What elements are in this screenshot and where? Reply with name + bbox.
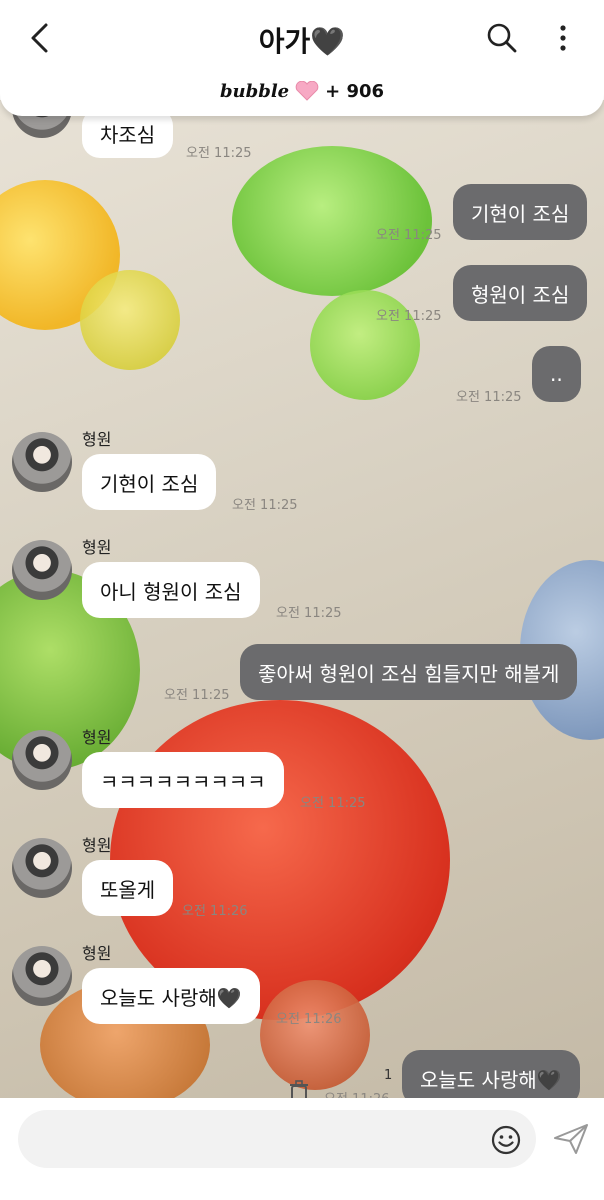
- message-incoming[interactable]: 아니 형원이 조심: [82, 562, 260, 618]
- message-time: 오전 11:25: [232, 498, 298, 513]
- message-incoming[interactable]: 또올게: [82, 860, 174, 916]
- bubble-brand: bubble: [219, 80, 290, 102]
- background-turtle: [232, 146, 432, 296]
- message-outgoing[interactable]: 형원이 조심: [453, 265, 588, 321]
- message-composer: [0, 1098, 604, 1200]
- message-time: 오전 11:26: [182, 904, 248, 919]
- bubble-count: + 906: [325, 80, 385, 102]
- message-outgoing[interactable]: 오늘도 사랑해🖤: [402, 1050, 580, 1098]
- avatar[interactable]: [12, 540, 72, 600]
- message-outgoing[interactable]: ..: [532, 346, 581, 402]
- avatar[interactable]: [12, 730, 72, 790]
- sender-name: 형원: [82, 728, 112, 747]
- sender-name: 형원: [82, 430, 112, 449]
- avatar[interactable]: [12, 838, 72, 898]
- heart-icon: [295, 81, 319, 101]
- message-time: 오전 11:25: [164, 688, 230, 703]
- chat-area[interactable]: 차조심 오전 11:25 기현이 조심 오전 11:25 형원이 조심 오전 1…: [0, 100, 604, 1098]
- emoji-icon[interactable]: [490, 1124, 522, 1156]
- message-outgoing[interactable]: 좋아써 형원이 조심 힘들지만 해볼게: [240, 644, 578, 700]
- sender-name: 형원: [82, 944, 112, 963]
- message-input[interactable]: [18, 1110, 536, 1168]
- message-time: 오전 11:25: [186, 146, 252, 161]
- message-time: 오전 11:25: [276, 606, 342, 621]
- message-incoming[interactable]: 기현이 조심: [82, 454, 217, 510]
- chat-header: 아가🖤: [0, 0, 604, 76]
- message-time: 오전 11:25: [300, 796, 366, 811]
- message-time: 오전 11:26: [276, 1012, 342, 1027]
- avatar[interactable]: [12, 946, 72, 1006]
- more-options-icon[interactable]: [550, 20, 576, 56]
- background-turtle: [260, 980, 370, 1090]
- sender-name: 형원: [82, 836, 112, 855]
- message-incoming[interactable]: ㅋㅋㅋㅋㅋㅋㅋㅋㅋ: [82, 752, 284, 808]
- background-turtle: [80, 270, 180, 370]
- trash-icon[interactable]: [288, 1080, 310, 1098]
- message-time: 오전 11:25: [456, 390, 522, 405]
- unread-count: 1: [384, 1068, 393, 1083]
- search-icon[interactable]: [484, 20, 520, 56]
- message-time: 오전 11:25: [376, 309, 442, 324]
- message-incoming[interactable]: 오늘도 사랑해🖤: [82, 968, 260, 1024]
- message-outgoing[interactable]: 기현이 조심: [453, 184, 588, 240]
- sender-name: 형원: [82, 538, 112, 557]
- message-time: 오전 11:26: [324, 1088, 390, 1098]
- avatar[interactable]: [12, 432, 72, 492]
- send-icon[interactable]: [552, 1122, 590, 1156]
- message-time: 오전 11:25: [376, 228, 442, 243]
